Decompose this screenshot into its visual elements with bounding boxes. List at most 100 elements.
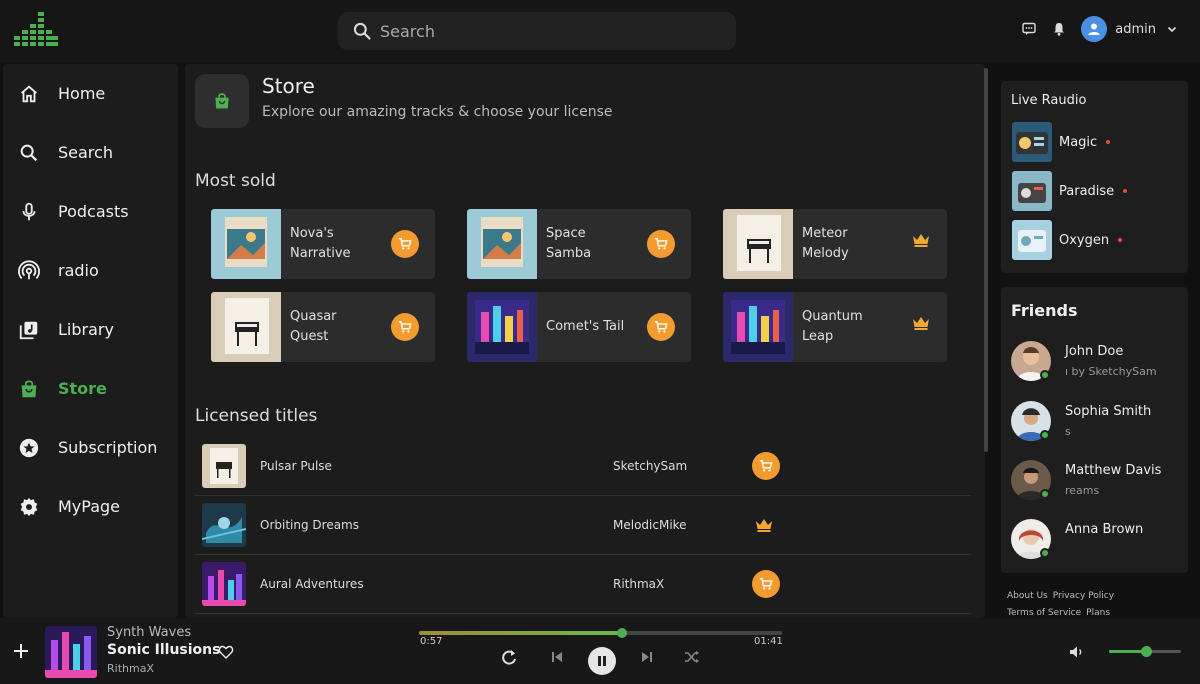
track-card[interactable]: Space Samba xyxy=(467,209,691,279)
volume-handle[interactable] xyxy=(1141,646,1153,657)
crown-icon[interactable] xyxy=(911,313,931,333)
radio-station[interactable]: Magic xyxy=(1012,122,1111,162)
repeat-icon[interactable] xyxy=(500,648,518,666)
add-to-cart-button[interactable] xyxy=(391,230,419,258)
sidebar-item-radio[interactable]: radio xyxy=(3,241,178,300)
crown-icon[interactable] xyxy=(754,515,774,535)
track-artist[interactable]: RithmaX xyxy=(613,577,664,591)
add-to-cart-button[interactable] xyxy=(391,313,419,341)
track-card[interactable]: Meteor Melody xyxy=(723,209,947,279)
shopping-bag-icon xyxy=(21,380,37,397)
equalizer-logo[interactable] xyxy=(14,10,58,50)
pause-button[interactable] xyxy=(588,647,616,675)
chat-icon[interactable] xyxy=(1021,21,1037,37)
sidebar-item-podcasts[interactable]: Podcasts xyxy=(3,182,178,241)
station-thumb xyxy=(1012,171,1052,211)
radio-station[interactable]: Paradise xyxy=(1012,171,1128,211)
username-label[interactable]: admin xyxy=(1115,22,1156,37)
friends-heading: Friends xyxy=(1011,301,1078,320)
online-status-icon xyxy=(1040,548,1050,558)
track-card[interactable]: Comet's Tail xyxy=(467,292,691,362)
volume-slider[interactable] xyxy=(1109,646,1181,657)
progress-fill xyxy=(419,631,623,635)
sidebar-item-label: Subscription xyxy=(58,438,158,457)
table-row[interactable]: Aural Adventures RithmaX xyxy=(195,555,971,614)
track-artist[interactable]: MelodicMike xyxy=(613,518,687,532)
crown-icon[interactable] xyxy=(911,230,931,250)
radio-station[interactable]: Oxygen xyxy=(1012,220,1123,260)
add-to-cart-button[interactable] xyxy=(647,313,675,341)
friend-item[interactable]: Anna Brown xyxy=(1011,519,1188,563)
add-to-cart-button[interactable] xyxy=(752,570,780,598)
table-row[interactable]: Orbiting Dreams MelodicMike xyxy=(195,496,971,555)
sidebar-item-mypage[interactable]: MyPage xyxy=(3,477,178,536)
cart-icon xyxy=(654,321,668,333)
heart-icon[interactable] xyxy=(218,644,234,660)
sidebar-item-home[interactable]: Home xyxy=(3,64,178,123)
plans-link[interactable]: Plans xyxy=(1086,608,1110,618)
track-card[interactable]: Nova's Narrative xyxy=(211,209,435,279)
cart-icon xyxy=(398,238,412,250)
friend-activity: reams xyxy=(1065,484,1100,497)
user-avatar[interactable] xyxy=(1081,16,1108,42)
home-icon xyxy=(21,84,37,102)
track-name-line2: Melody xyxy=(802,246,849,261)
live-indicator xyxy=(1106,140,1111,144)
track-name-line2: Samba xyxy=(546,246,592,261)
now-playing-title[interactable]: Sonic Illusions xyxy=(107,642,220,658)
sidebar-item-label: Podcasts xyxy=(58,202,129,221)
sidebar-item-library[interactable]: Library xyxy=(3,300,178,359)
station-name: Oxygen xyxy=(1059,232,1110,248)
terms-link[interactable]: Terms of Service xyxy=(1007,608,1081,618)
user-icon xyxy=(1088,23,1100,35)
previous-icon[interactable] xyxy=(550,650,564,664)
plus-icon[interactable] xyxy=(12,642,30,660)
sidebar-item-label: radio xyxy=(58,261,99,280)
progress-handle[interactable] xyxy=(617,628,628,638)
add-to-cart-button[interactable] xyxy=(752,452,780,480)
cart-icon xyxy=(759,460,773,472)
sidebar-item-search[interactable]: Search xyxy=(3,123,178,182)
search-bar[interactable] xyxy=(338,12,736,50)
star-icon xyxy=(19,438,39,457)
sidebar: Home Search Podcasts radio Library Store… xyxy=(3,64,178,618)
sidebar-item-store[interactable]: Store xyxy=(3,359,178,418)
page-title: Store xyxy=(262,74,315,98)
track-name-line2: Quest xyxy=(290,329,329,344)
friend-name: Sophia Smith xyxy=(1065,404,1152,419)
add-to-cart-button[interactable] xyxy=(647,230,675,258)
friend-item[interactable]: John Doe ı by SketchySam xyxy=(1011,341,1188,385)
privacy-link[interactable]: Privacy Policy xyxy=(1053,591,1114,601)
online-status-icon xyxy=(1040,489,1050,499)
track-title[interactable]: Pulsar Pulse xyxy=(260,459,332,473)
radio-icon xyxy=(18,259,40,279)
track-card[interactable]: Quasar Quest xyxy=(211,292,435,362)
friend-item[interactable]: Sophia Smith s xyxy=(1011,401,1188,445)
volume-icon[interactable] xyxy=(1068,643,1086,661)
shuffle-icon[interactable] xyxy=(684,649,700,665)
friend-item[interactable]: Matthew Davis reams xyxy=(1011,460,1188,504)
about-link[interactable]: About Us xyxy=(1007,591,1048,601)
now-playing-artist[interactable]: RithmaX xyxy=(107,662,154,675)
chevron-down-icon[interactable] xyxy=(1166,23,1178,35)
next-icon[interactable] xyxy=(640,650,654,664)
store-badge xyxy=(195,74,249,128)
online-status-icon xyxy=(1040,370,1050,380)
bell-icon[interactable] xyxy=(1051,21,1067,37)
progress-bar[interactable] xyxy=(419,628,782,638)
album-cover xyxy=(723,209,793,279)
friend-name: Anna Brown xyxy=(1065,522,1144,537)
sidebar-item-subscription[interactable]: Subscription xyxy=(3,418,178,477)
track-title[interactable]: Aural Adventures xyxy=(260,577,364,591)
search-input[interactable] xyxy=(380,21,710,41)
track-name-line2: Leap xyxy=(802,329,834,344)
table-row[interactable]: Pulsar Pulse SketchySam xyxy=(195,437,971,496)
now-playing-cover[interactable] xyxy=(45,626,97,678)
track-card[interactable]: Quantum Leap xyxy=(723,292,947,362)
track-artist[interactable]: SketchySam xyxy=(613,459,687,473)
main-scrollbar[interactable] xyxy=(984,68,988,452)
most-sold-heading: Most sold xyxy=(195,171,276,191)
cart-icon xyxy=(398,321,412,333)
gear-icon xyxy=(20,497,38,516)
track-title[interactable]: Orbiting Dreams xyxy=(260,518,359,532)
